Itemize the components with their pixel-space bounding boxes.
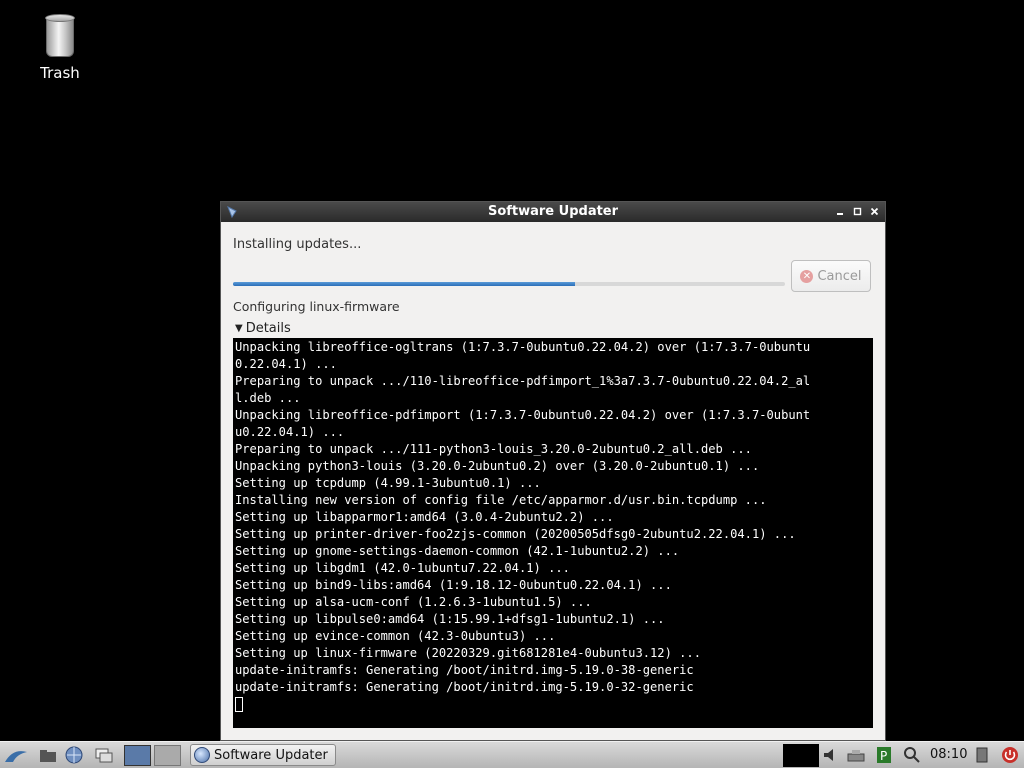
terminal-line: Unpacking libreoffice-ogltrans (1:7.3.7-…: [235, 340, 811, 354]
software-updater-icon: [194, 747, 210, 763]
details-terminal[interactable]: Unpacking libreoffice-ogltrans (1:7.3.7-…: [233, 338, 873, 728]
search-icon[interactable]: [902, 746, 922, 764]
desktop-icon-label: Trash: [40, 64, 80, 82]
cancel-button-label: Cancel: [817, 268, 862, 284]
update-status: Installing updates...: [233, 237, 362, 252]
terminal-line: Setting up printer-driver-foo2zjs-common…: [235, 527, 796, 541]
taskbar: Software Updater P 08:10: [0, 741, 1024, 768]
terminal-line: Unpacking libreoffice-pdfimport (1:7.3.7…: [235, 408, 811, 422]
taskbar-item-label: Software Updater: [214, 747, 328, 763]
terminal-line: Setting up libpulse0:amd64 (1:15.99.1+df…: [235, 612, 665, 626]
window-titlebar[interactable]: Software Updater: [221, 202, 885, 222]
minimize-icon: [837, 213, 843, 215]
details-expander[interactable]: ▼ Details: [235, 321, 291, 336]
update-substatus: Configuring linux-firmware: [233, 299, 400, 314]
update-progress-bar: [233, 282, 785, 286]
web-browser-icon[interactable]: [64, 746, 84, 764]
terminal-line: Preparing to unpack .../111-python3-loui…: [235, 442, 752, 456]
expander-triangle-icon: ▼: [235, 323, 243, 334]
desktop-icon-trash[interactable]: Trash: [30, 10, 90, 82]
power-manager-icon[interactable]: [972, 746, 992, 764]
cancel-button[interactable]: ✕ Cancel: [791, 260, 871, 292]
terminal-line: Setting up alsa-ucm-conf (1.2.6.3-1ubunt…: [235, 595, 592, 609]
svg-text:P: P: [880, 749, 887, 763]
terminal-line: Setting up libgdm1 (42.0-1ubuntu7.22.04.…: [235, 561, 570, 575]
trash-icon: [45, 14, 75, 58]
clock[interactable]: 08:10: [930, 747, 967, 762]
cancel-icon: ✕: [800, 269, 814, 283]
terminal-line: Setting up libapparmor1:amd64 (3.0.4-2ub…: [235, 510, 614, 524]
file-manager-icon[interactable]: [38, 746, 58, 764]
terminal-line: Preparing to unpack .../110-libreoffice-…: [235, 374, 811, 388]
minimize-button[interactable]: [834, 204, 847, 218]
removable-media-icon[interactable]: [846, 746, 866, 764]
terminal-line: Setting up evince-common (42.3-0ubuntu3)…: [235, 629, 556, 643]
terminal-line: update-initramfs: Generating /boot/initr…: [235, 663, 694, 677]
terminal-line: l.deb ...: [235, 391, 301, 405]
maximize-icon: [853, 207, 862, 216]
window-title: Software Updater: [487, 204, 619, 219]
start-menu-icon[interactable]: [3, 746, 29, 764]
progress-fill: [233, 282, 576, 286]
terminal-line: Setting up tcpdump (4.99.1-3ubuntu0.1) .…: [235, 476, 541, 490]
software-updater-window: Software Updater Installing updates... ✕…: [220, 201, 886, 741]
show-desktop-icon[interactable]: [94, 746, 114, 764]
terminal-line: Setting up gnome-settings-daemon-common …: [235, 544, 680, 558]
details-label: Details: [245, 321, 291, 336]
terminal-line: u0.22.04.1) ...: [235, 425, 345, 439]
taskbar-item-software-updater[interactable]: Software Updater: [190, 744, 336, 766]
terminal-line: Unpacking python3-louis (3.20.0-2ubuntu0…: [235, 459, 760, 473]
terminal-line: 0.22.04.1) ...: [235, 357, 337, 371]
terminal-line: Installing new version of config file /e…: [235, 493, 767, 507]
workspace-2[interactable]: [154, 745, 181, 766]
volume-icon[interactable]: [822, 746, 842, 764]
maximize-button[interactable]: [851, 204, 864, 218]
terminal-line: update-initramfs: Generating /boot/initr…: [235, 680, 694, 694]
terminal-line: Setting up bind9-libs:amd64 (1:9.18.12-0…: [235, 578, 672, 592]
workspace-1[interactable]: [124, 745, 151, 766]
close-button[interactable]: [868, 204, 881, 218]
close-icon: [870, 207, 879, 216]
terminal-line: Setting up linux-firmware (20220329.git6…: [235, 646, 701, 660]
network-monitor-icon[interactable]: [783, 744, 819, 767]
power-icon[interactable]: [1000, 746, 1020, 764]
terminal-cursor: [235, 697, 243, 712]
clipboard-icon[interactable]: P: [874, 746, 894, 764]
